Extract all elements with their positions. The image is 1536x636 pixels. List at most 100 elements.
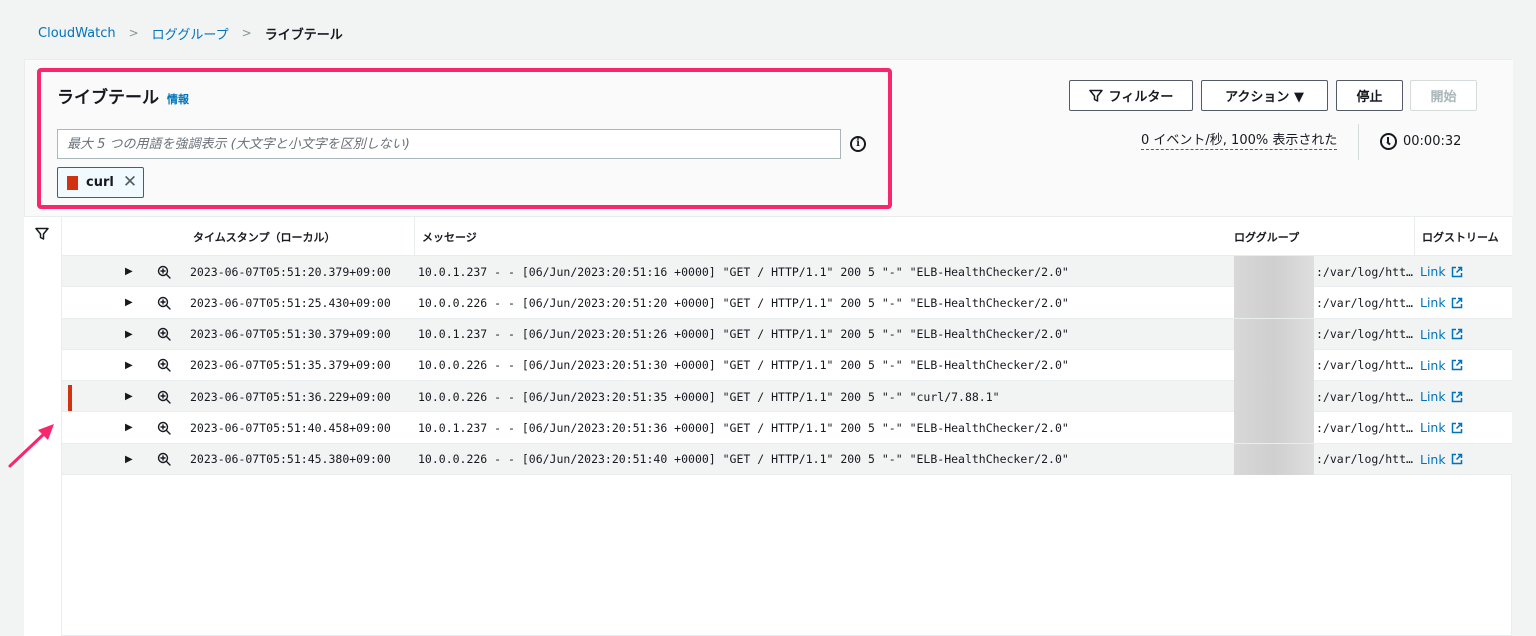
log-group-cell: :/var/log/htt…: [1316, 264, 1413, 279]
redacted-log-group: [1234, 256, 1314, 287]
external-link-icon: [1451, 422, 1462, 434]
table-row[interactable]: ▶ 2023-06-07T05:51:20.379+09:00 10.0.1.237…: [62, 256, 1512, 288]
external-link-icon: [1451, 266, 1462, 277]
arrow-annotation-icon: [8, 424, 54, 468]
table-body: ▶ 2023-06-07T05:51:20.379+09:00 10.0.1.237…: [62, 256, 1512, 476]
breadcrumb-cloudwatch[interactable]: CloudWatch: [38, 26, 116, 41]
breadcrumb: CloudWatch > ロググループ > ライブテール: [38, 24, 343, 43]
table-row[interactable]: ▶ 2023-06-07T05:51:40.458+09:00 10.0.1.237…: [62, 412, 1512, 444]
clock-icon: [1380, 133, 1397, 150]
filter-icon: [1088, 89, 1103, 102]
log-group-cell: :/var/log/htt…: [1316, 389, 1413, 404]
redacted-log-group: [1234, 381, 1314, 413]
table-row[interactable]: ▶ 2023-06-07T05:51:30.379+09:00 10.0.1.237…: [62, 318, 1512, 350]
timestamp-cell: 2023-06-07T05:51:30.379+09:00: [190, 327, 391, 342]
external-link-icon: [1451, 297, 1462, 309]
filter-icon[interactable]: [35, 227, 49, 241]
log-group-cell: :/var/log/htt…: [1316, 358, 1413, 373]
link-label: Link: [1420, 264, 1446, 279]
breadcrumb-separator: >: [128, 26, 139, 40]
elapsed-time: 00:00:32: [1403, 134, 1462, 149]
table-row[interactable]: ▶ 2023-06-07T05:51:25.430+09:00 10.0.0.226…: [62, 287, 1512, 319]
zoom-in-icon[interactable]: [157, 319, 171, 350]
timestamp-cell: 2023-06-07T05:51:45.380+09:00: [190, 452, 391, 467]
timestamp-cell: 2023-06-07T05:51:40.458+09:00: [190, 420, 391, 435]
caret-right-icon[interactable]: ▶: [125, 412, 133, 443]
breadcrumb-current: ライブテール: [264, 27, 343, 43]
message-cell: 10.0.0.226 - - [06/Jun/2023:20:51:40 +00…: [418, 452, 1069, 467]
start-button[interactable]: 開始: [1410, 80, 1477, 111]
log-stream-link[interactable]: Link: [1420, 444, 1463, 475]
filter-button[interactable]: フィルター: [1069, 80, 1193, 111]
zoom-in-icon[interactable]: [157, 444, 171, 475]
timestamp-cell: 2023-06-07T05:51:35.379+09:00: [190, 358, 391, 373]
zoom-in-icon[interactable]: [157, 381, 171, 412]
elapsed-timer: 00:00:32: [1380, 133, 1461, 150]
log-stream-link[interactable]: Link: [1420, 412, 1463, 443]
link-label: Link: [1420, 326, 1446, 342]
actions-button-label: アクション ▼: [1225, 90, 1304, 105]
log-stream-link[interactable]: Link: [1420, 287, 1463, 318]
zoom-in-icon[interactable]: [157, 256, 171, 287]
table-row[interactable]: ▶ 2023-06-07T05:51:35.379+09:00 10.0.0.226…: [62, 349, 1512, 382]
actions-button[interactable]: アクション ▼: [1201, 80, 1328, 111]
redacted-log-group: [1234, 318, 1314, 350]
external-link-icon: [1451, 391, 1462, 402]
header-message[interactable]: メッセージ: [422, 217, 477, 256]
link-label: Link: [1420, 451, 1446, 467]
external-link-icon: [1451, 360, 1462, 371]
link-label: Link: [1420, 357, 1446, 373]
zoom-in-icon[interactable]: [157, 412, 171, 443]
caret-right-icon[interactable]: ▶: [125, 444, 133, 475]
message-cell: 10.0.1.237 - - [06/Jun/2023:20:51:36 +00…: [418, 420, 1069, 435]
link-label: Link: [1420, 420, 1446, 436]
redacted-log-group: [1234, 412, 1314, 444]
external-link-icon: [1451, 454, 1462, 465]
stop-button[interactable]: 停止: [1336, 80, 1403, 111]
message-cell: 10.0.0.226 - - [06/Jun/2023:20:51:30 +00…: [418, 358, 1069, 373]
filter-button-label: フィルター: [1108, 90, 1174, 105]
stop-button-label: 停止: [1356, 90, 1383, 105]
log-events-table: タイムスタンプ（ローカル） メッセージ ロググループ ログストリーム ▶ 2023…: [62, 217, 1512, 476]
event-rate[interactable]: 0 イベント/秒, 100% 表示された: [1141, 133, 1338, 150]
caret-right-icon[interactable]: ▶: [125, 381, 133, 412]
redacted-log-group: [1234, 287, 1314, 319]
table-row[interactable]: ▶ 2023-06-07T05:51:45.380+09:00 10.0.0.226…: [62, 443, 1512, 476]
timestamp-cell: 2023-06-07T05:51:20.379+09:00: [190, 264, 391, 279]
breadcrumb-log-groups[interactable]: ロググループ: [152, 24, 229, 43]
column-separator: [414, 217, 415, 256]
log-stream-link[interactable]: Link: [1420, 350, 1463, 381]
log-stream-link[interactable]: Link: [1420, 381, 1463, 412]
table-row[interactable]: ▶ 2023-06-07T05:51:36.229+09:00 10.0.0.226…: [62, 381, 1512, 413]
log-group-cell: :/var/log/htt…: [1316, 295, 1413, 310]
log-group-cell: :/var/log/htt…: [1316, 327, 1413, 342]
caret-right-icon[interactable]: ▶: [125, 350, 133, 381]
log-stream-link[interactable]: Link: [1420, 256, 1463, 287]
external-link-icon: [1451, 328, 1462, 340]
column-separator: [1414, 217, 1415, 256]
header-timestamp[interactable]: タイムスタンプ（ローカル）: [193, 217, 335, 256]
table-header: タイムスタンプ（ローカル） メッセージ ロググループ ログストリーム: [62, 217, 1512, 256]
log-group-cell: :/var/log/htt…: [1316, 420, 1413, 435]
timestamp-cell: 2023-06-07T05:51:36.229+09:00: [190, 389, 391, 404]
breadcrumb-separator: >: [241, 26, 252, 40]
message-cell: 10.0.0.226 - - [06/Jun/2023:20:51:20 +00…: [418, 295, 1069, 310]
timestamp-cell: 2023-06-07T05:51:25.430+09:00: [190, 295, 391, 310]
zoom-in-icon[interactable]: [157, 287, 171, 318]
divider: [1358, 124, 1359, 160]
match-marker: [68, 385, 72, 412]
annotation-highlight-box: [37, 68, 892, 209]
message-cell: 10.0.1.237 - - [06/Jun/2023:20:51:26 +00…: [418, 327, 1069, 342]
link-label: Link: [1420, 389, 1446, 405]
log-stream-link[interactable]: Link: [1420, 319, 1463, 350]
caret-right-icon[interactable]: ▶: [125, 256, 133, 287]
log-group-cell: :/var/log/htt…: [1316, 452, 1413, 467]
link-label: Link: [1420, 295, 1446, 311]
start-button-label: 開始: [1430, 90, 1457, 105]
caret-right-icon[interactable]: ▶: [125, 319, 133, 350]
header-log-stream[interactable]: ログストリーム: [1422, 217, 1499, 256]
header-log-group[interactable]: ロググループ: [1234, 217, 1299, 256]
redacted-log-group: [1234, 443, 1314, 475]
zoom-in-icon[interactable]: [157, 350, 171, 381]
caret-right-icon[interactable]: ▶: [125, 287, 133, 318]
